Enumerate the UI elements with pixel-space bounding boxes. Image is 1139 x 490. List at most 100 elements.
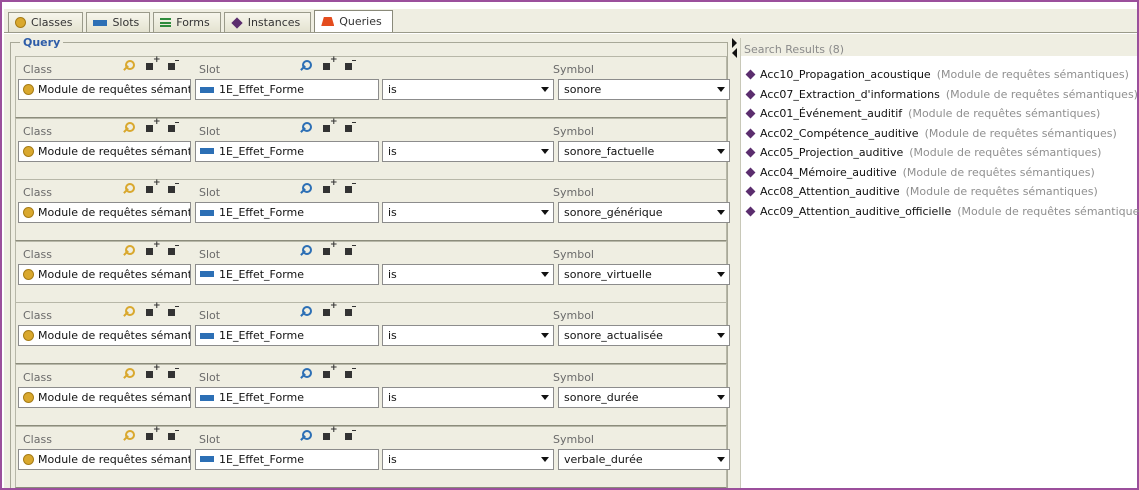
symbol-select[interactable]: sonore_durée (558, 387, 730, 408)
remove-row-icon[interactable] (343, 244, 357, 258)
select-class-icon[interactable] (122, 429, 136, 443)
expand-right-icon[interactable] (732, 38, 737, 48)
select-class-icon[interactable] (122, 121, 136, 135)
search-result-item[interactable]: Acc01_Événement_auditif (Module de requê… (741, 104, 1137, 124)
tab-queries[interactable]: Queries (314, 10, 393, 32)
slot-field[interactable]: 1E_Effet_Forme (195, 79, 379, 100)
select-slot-icon[interactable] (299, 429, 313, 443)
add-row-icon[interactable] (144, 240, 161, 258)
remove-row-icon[interactable] (166, 182, 180, 196)
operator-select[interactable]: is (382, 79, 554, 100)
slot-field[interactable]: 1E_Effet_Forme (195, 387, 379, 408)
remove-row-icon[interactable] (343, 121, 357, 135)
remove-row-icon[interactable] (343, 305, 357, 319)
chevron-down-icon[interactable] (717, 87, 725, 92)
class-field[interactable]: Module de requêtes sémantic ... (18, 387, 191, 408)
chevron-down-icon[interactable] (541, 210, 549, 216)
add-row-icon[interactable] (144, 55, 161, 73)
add-row-icon[interactable] (144, 425, 161, 443)
add-row-icon[interactable] (321, 301, 338, 319)
chevron-down-icon[interactable] (717, 148, 725, 154)
class-field[interactable]: Module de requêtes sémantic ... (18, 263, 191, 285)
remove-row-icon[interactable] (343, 59, 357, 73)
tab-classes[interactable]: Classes (8, 12, 84, 32)
select-slot-icon[interactable] (299, 182, 313, 196)
symbol-select[interactable]: sonore (558, 79, 730, 100)
add-row-icon[interactable] (144, 178, 161, 196)
remove-row-icon[interactable] (166, 305, 180, 319)
search-result-item[interactable]: Acc07_Extraction_d'informations (Module … (741, 85, 1138, 105)
add-row-icon[interactable] (321, 363, 338, 381)
slot-field[interactable]: 1E_Effet_Forme (195, 325, 379, 347)
chevron-down-icon[interactable] (541, 395, 549, 400)
search-result-item[interactable]: Acc04_Mémoire_auditive (Module de requêt… (741, 163, 1137, 183)
remove-row-icon[interactable] (343, 429, 357, 443)
chevron-down-icon[interactable] (717, 395, 725, 400)
select-slot-icon[interactable] (299, 59, 313, 73)
chevron-down-icon[interactable] (541, 87, 549, 92)
add-row-icon[interactable] (321, 55, 338, 73)
search-result-item[interactable]: Acc08_Attention_auditive (Module de requ… (741, 182, 1137, 202)
chevron-down-icon[interactable] (541, 333, 549, 339)
operator-select[interactable]: is (382, 448, 554, 470)
search-result-item[interactable]: Acc09_Attention_auditive_officielle (Mod… (741, 202, 1139, 222)
select-slot-icon[interactable] (299, 244, 313, 258)
search-result-item[interactable]: Acc02_Compétence_auditive (Module de req… (741, 124, 1137, 144)
select-class-icon[interactable] (122, 244, 136, 258)
chevron-down-icon[interactable] (717, 210, 725, 216)
chevron-down-icon[interactable] (717, 456, 725, 462)
remove-row-icon[interactable] (343, 367, 357, 381)
chevron-down-icon[interactable] (717, 271, 725, 277)
symbol-select[interactable]: sonore_actualisée (558, 325, 730, 347)
select-slot-icon[interactable] (299, 121, 313, 135)
class-field[interactable]: Module de requêtes sémantic ... (18, 140, 191, 162)
class-field[interactable]: Module de requêtes sémantic ... (18, 79, 191, 100)
symbol-select[interactable]: sonore_générique (558, 202, 730, 224)
class-field[interactable]: Module de requêtes sémantic ... (18, 325, 191, 347)
tab-slots[interactable]: Slots (86, 12, 151, 32)
remove-row-icon[interactable] (166, 429, 180, 443)
chevron-down-icon[interactable] (541, 148, 549, 154)
add-row-icon[interactable] (144, 363, 161, 381)
symbol-select[interactable]: sonore_virtuelle (558, 263, 730, 285)
select-class-icon[interactable] (122, 59, 136, 73)
operator-select[interactable]: is (382, 263, 554, 285)
chevron-down-icon[interactable] (541, 271, 549, 277)
select-class-icon[interactable] (122, 367, 136, 381)
add-row-icon[interactable] (144, 117, 161, 135)
operator-select[interactable]: is (382, 202, 554, 224)
add-row-icon[interactable] (321, 117, 338, 135)
search-result-item[interactable]: Acc05_Projection_auditive (Module de req… (741, 143, 1137, 163)
slot-field[interactable]: 1E_Effet_Forme (195, 263, 379, 285)
remove-row-icon[interactable] (166, 367, 180, 381)
add-row-icon[interactable] (321, 178, 338, 196)
remove-row-icon[interactable] (166, 121, 180, 135)
operator-select[interactable]: is (382, 325, 554, 347)
symbol-select[interactable]: verbale_durée (558, 448, 730, 470)
add-row-icon[interactable] (321, 240, 338, 258)
add-row-icon[interactable] (321, 425, 338, 443)
remove-row-icon[interactable] (166, 59, 180, 73)
add-row-icon[interactable] (144, 301, 161, 319)
select-slot-icon[interactable] (299, 305, 313, 319)
slot-field[interactable]: 1E_Effet_Forme (195, 202, 379, 224)
remove-row-icon[interactable] (343, 182, 357, 196)
operator-select[interactable]: is (382, 387, 554, 408)
tab-instances[interactable]: Instances (223, 12, 312, 32)
tab-forms[interactable]: Forms (153, 12, 221, 32)
select-slot-icon[interactable] (299, 367, 313, 381)
search-result-item[interactable]: Acc10_Propagation_acoustique (Module de … (741, 65, 1137, 85)
split-pane-divider[interactable] (732, 38, 738, 488)
expand-left-icon[interactable] (732, 48, 737, 58)
class-field[interactable]: Module de requêtes sémantic ... (18, 448, 191, 470)
operator-select[interactable]: is (382, 140, 554, 162)
slot-field[interactable]: 1E_Effet_Forme (195, 140, 379, 162)
symbol-select[interactable]: sonore_factuelle (558, 140, 730, 162)
remove-row-icon[interactable] (166, 244, 180, 258)
select-class-icon[interactable] (122, 182, 136, 196)
select-class-icon[interactable] (122, 305, 136, 319)
chevron-down-icon[interactable] (541, 456, 549, 462)
class-field[interactable]: Module de requêtes sémantic ... (18, 202, 191, 224)
slot-field[interactable]: 1E_Effet_Forme (195, 448, 379, 470)
chevron-down-icon[interactable] (717, 333, 725, 339)
